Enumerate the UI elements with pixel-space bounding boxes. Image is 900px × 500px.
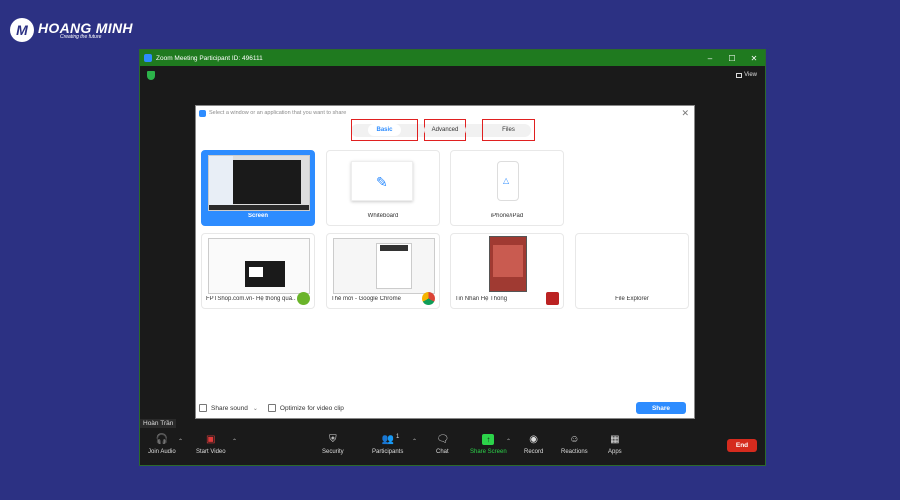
shield-icon: ⛨ <box>329 434 337 445</box>
maximize-button[interactable]: ☐ <box>721 54 743 63</box>
screen-thumbnail <box>208 155 310 211</box>
share-tile-system-messages[interactable]: Tin Nhắn Hệ Thống <box>450 233 564 309</box>
iphone-ipad-thumbnail: △ <box>497 161 519 201</box>
zoom-app-icon <box>199 109 206 117</box>
start-video-label: Start Video <box>196 449 226 455</box>
tab-advanced[interactable]: Advanced <box>423 119 467 141</box>
view-label: View <box>744 72 757 78</box>
chrome-thumbnail <box>333 238 435 294</box>
share-sound-option[interactable]: Share sound ⌄ <box>199 404 258 412</box>
share-screen-button[interactable]: ↑ Share Screen <box>470 434 507 455</box>
dialog-footer: Share sound ⌄ Optimize for video clip Sh… <box>196 398 694 418</box>
headphones-icon: 🎧 <box>155 434 169 445</box>
reactions-label: Reactions <box>561 449 588 455</box>
tile-label: FPTShop.com.vn- Hệ thống quả... <box>206 296 296 302</box>
fptshop-app-icon <box>297 292 310 305</box>
tile-label: iPhone/iPad <box>490 213 524 219</box>
close-dialog-icon[interactable]: ✕ <box>681 108 689 119</box>
logo-name: HOANG MINH <box>38 19 133 36</box>
share-tile-chrome-window[interactable]: Thẻ mới - Google Chrome <box>326 233 440 309</box>
encryption-shield-icon[interactable] <box>147 71 155 80</box>
reactions-button[interactable]: ☺ Reactions <box>561 434 588 455</box>
view-button[interactable]: View <box>736 72 757 78</box>
airplay-icon: △ <box>503 176 510 185</box>
share-screen-icon: ↑ <box>482 434 495 445</box>
tile-label: File Explorer <box>615 296 649 302</box>
video-options-caret[interactable]: ⌃ <box>232 438 237 445</box>
window-title: Zoom Meeting Participant ID: 496111 <box>156 54 263 62</box>
share-sound-checkbox[interactable] <box>199 404 207 412</box>
share-sound-caret[interactable]: ⌄ <box>253 405 258 412</box>
meeting-toolbar: 🎧 Join Audio ⌃ ▣ Start Video ⌃ ⛨ Securit… <box>140 429 765 465</box>
share-tile-file-explorer[interactable]: File Explorer <box>575 233 689 309</box>
optimize-video-checkbox[interactable] <box>267 404 276 412</box>
apps-button[interactable]: ▦ Apps <box>608 434 622 455</box>
security-button[interactable]: ⛨ Security <box>322 434 344 455</box>
share-tile-iphone-ipad[interactable]: △ iPhone/iPad <box>450 150 564 226</box>
tile-label: Screen <box>247 213 268 219</box>
share-screen-label: Share Screen <box>470 449 507 455</box>
system-messages-thumbnail <box>489 236 527 292</box>
share-options-caret[interactable]: ⌃ <box>506 438 511 445</box>
dialog-header-text: Select a window or an application that y… <box>209 110 347 116</box>
apps-label: Apps <box>608 449 622 455</box>
join-audio-button[interactable]: 🎧 Join Audio <box>148 434 176 455</box>
logo-mark-icon: M <box>10 18 34 42</box>
record-icon: ◉ <box>529 434 539 445</box>
zoom-app-icon <box>144 54 152 62</box>
participants-label: Participants <box>372 449 404 455</box>
logo-tagline: Creating the future <box>60 33 102 40</box>
tab-advanced-label: Advanced <box>423 124 467 136</box>
security-label: Security <box>322 449 344 455</box>
chat-label: Chat <box>436 449 449 455</box>
system-messages-app-icon <box>546 292 559 305</box>
pencil-icon: ✎ <box>376 174 388 190</box>
tab-basic[interactable]: Basic <box>351 119 418 141</box>
minimize-button[interactable]: – <box>699 54 721 63</box>
close-window-button[interactable]: ✕ <box>743 54 765 63</box>
tile-label: Tin Nhắn Hệ Thống <box>455 296 508 302</box>
share-tile-fptshop-window[interactable]: FPTShop.com.vn- Hệ thống quả... <box>201 233 315 309</box>
chat-bubble-icon: 🗨 <box>436 434 450 445</box>
dialog-header: Select a window or an application that y… <box>196 106 694 120</box>
window-titlebar: Zoom Meeting Participant ID: 496111 – ☐ … <box>140 50 765 66</box>
view-grid-icon <box>736 72 743 78</box>
share-tile-screen[interactable]: Screen <box>201 150 315 226</box>
chat-button[interactable]: 🗨 Chat <box>436 434 449 455</box>
join-audio-label: Join Audio <box>148 449 176 455</box>
whiteboard-thumbnail: ✎ <box>351 161 413 201</box>
participant-name-tag: Hoàn Trần <box>140 419 177 428</box>
tab-files[interactable]: Files <box>482 119 535 141</box>
tab-files-label: Files <box>494 124 523 136</box>
optimize-video-option[interactable]: Optimize for video clip <box>267 404 344 412</box>
start-video-button[interactable]: ▣ Start Video <box>196 434 226 455</box>
optimize-video-label: Optimize for video clip <box>279 404 344 412</box>
share-button[interactable]: Share <box>636 402 686 414</box>
participants-count: 1 <box>396 434 400 440</box>
tile-label: Whiteboard <box>367 213 399 219</box>
tab-basic-label: Basic <box>368 124 401 136</box>
hoang-minh-logo: M HOANG MINH Creating the future <box>10 18 133 42</box>
participants-options-caret[interactable]: ⌃ <box>412 438 417 445</box>
end-meeting-button[interactable]: End <box>727 439 757 452</box>
record-button[interactable]: ◉ Record <box>524 434 543 455</box>
share-tile-whiteboard[interactable]: ✎ Whiteboard <box>326 150 440 226</box>
fptshop-thumbnail <box>208 238 310 294</box>
video-off-icon: ▣ <box>206 434 216 445</box>
chrome-icon <box>422 292 435 305</box>
audio-options-caret[interactable]: ⌃ <box>178 438 183 445</box>
record-label: Record <box>524 449 544 455</box>
apps-icon: ▦ <box>610 434 620 445</box>
share-sound-label: Share sound <box>211 404 248 412</box>
smiley-icon: ☺ <box>569 434 580 445</box>
tile-label: Thẻ mới - Google Chrome <box>331 296 401 302</box>
participants-icon: 👥 <box>381 434 395 445</box>
share-screen-dialog: Select a window or an application that y… <box>195 105 695 419</box>
